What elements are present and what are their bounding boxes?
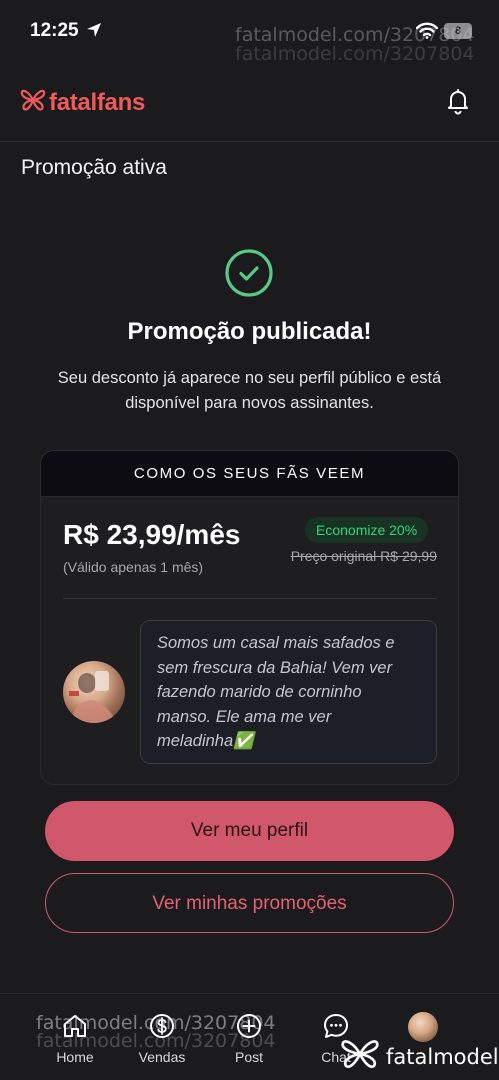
butterfly-logo-icon <box>20 88 46 117</box>
brand-mark-text: fatalmodel <box>386 1044 499 1069</box>
butterfly-logo-icon <box>340 1038 380 1075</box>
card-divider <box>63 598 437 599</box>
discount-badge: Economize 20% <box>305 517 429 543</box>
brand-mark: fatalmodel <box>340 1038 499 1075</box>
nav-item-vendas[interactable]: Vendas <box>127 1012 197 1065</box>
check-circle-icon <box>224 248 274 303</box>
home-icon <box>61 1015 89 1044</box>
plus-circle-icon <box>235 1014 263 1044</box>
profile-avatar <box>63 661 125 723</box>
app-header: fatalfans <box>0 62 499 142</box>
bell-icon[interactable] <box>444 87 472 120</box>
status-bar: 12:25 8 <box>0 0 499 62</box>
original-price: Preço original R$ 29,99 <box>290 548 437 564</box>
dollar-circle-icon <box>148 1014 176 1044</box>
nav-item-post[interactable]: Post <box>214 1012 284 1065</box>
nav-label: Home <box>56 1049 94 1065</box>
fan-preview-card: COMO OS SEUS FÃS VEEM R$ 23,99/mês (Váli… <box>40 450 459 785</box>
logo-text: fatalfans <box>49 88 145 116</box>
wifi-icon <box>415 22 439 44</box>
status-time: 12:25 <box>30 20 79 41</box>
location-arrow-icon <box>86 22 102 43</box>
nav-item-home[interactable]: Home <box>40 1012 110 1065</box>
profile-bio: Somos um casal mais safados e sem frescu… <box>140 620 437 764</box>
page-title: Promoção ativa <box>21 156 167 179</box>
success-description: Seu desconto já aparece no seu perfil pú… <box>57 369 442 412</box>
preview-card-header: COMO OS SEUS FÃS VEEM <box>41 451 458 497</box>
app-logo[interactable]: fatalfans <box>20 88 145 117</box>
view-promotions-button[interactable]: Ver minhas promoções <box>45 873 454 933</box>
nav-label: Vendas <box>138 1049 186 1065</box>
battery-icon: 8 <box>444 23 472 39</box>
view-profile-button[interactable]: Ver meu perfil <box>45 801 454 861</box>
nav-label: Post <box>234 1049 263 1065</box>
promo-price: R$ 23,99/mês <box>63 519 241 550</box>
success-headline: Promoção publicada! <box>127 318 372 345</box>
promo-validity: (Válido apenas 1 mês) <box>63 559 204 575</box>
